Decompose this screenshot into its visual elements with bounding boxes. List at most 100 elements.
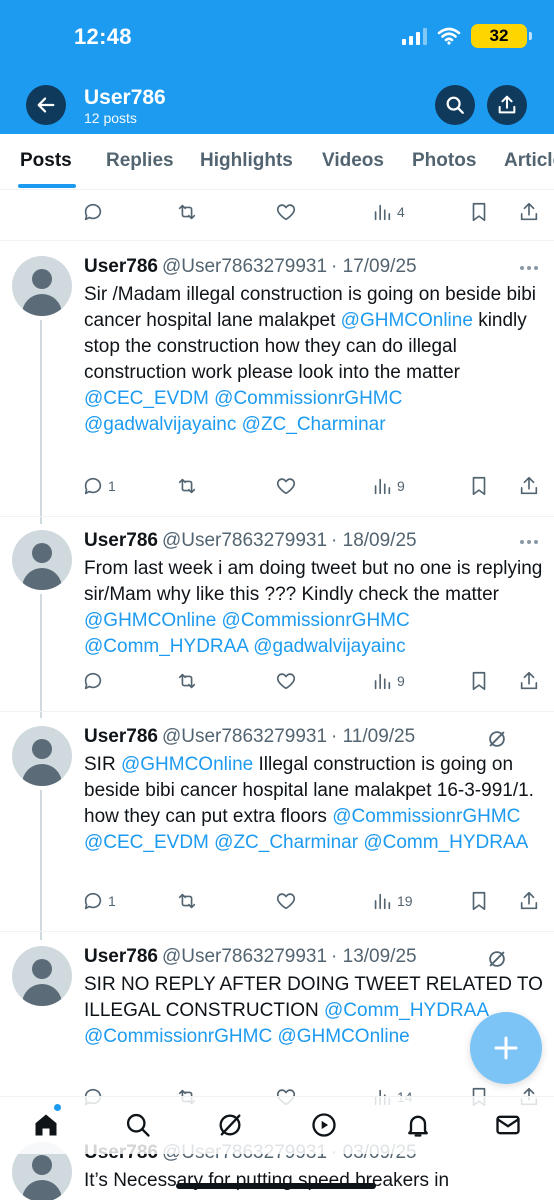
post-date[interactable]: · 13/09/25 [331,946,417,967]
bookmark-button[interactable] [468,670,490,692]
mention-link[interactable]: @gadwalvijayainc [84,414,236,435]
profile-name: User786 [84,86,166,109]
post-share-button[interactable] [518,475,540,497]
mention-link[interactable]: @ZC_Charminar [214,832,358,853]
repost-button[interactable] [176,890,198,912]
mention-link[interactable]: @GHMCOnline [84,610,216,631]
mention-link[interactable]: @CommissionrGHMC [332,806,520,827]
post-date[interactable]: · 11/09/25 [331,726,415,747]
author-name[interactable]: User786 [84,946,158,967]
mention-link[interactable]: @GHMCOnline [277,1026,409,1047]
tab-highlights[interactable]: Highlights [200,150,293,172]
mention-link[interactable]: @Comm_HYDRAA [324,1000,488,1021]
author-handle[interactable]: @User7863279931 [162,530,327,551]
views-chart-icon [374,673,391,690]
share-button[interactable] [487,85,527,125]
like-button[interactable] [275,670,297,692]
post-share-button[interactable] [518,890,540,912]
grok-icon[interactable] [216,1111,244,1139]
back-button[interactable] [26,85,66,125]
more-options-icon[interactable] [520,540,542,546]
compose-post-button[interactable] [470,1012,542,1084]
repost-button[interactable] [176,475,198,497]
grok-analyze-icon[interactable] [486,728,508,750]
mention-link[interactable]: @CommissionrGHMC [84,1026,272,1047]
like-button[interactable] [275,475,297,497]
repost-button[interactable] [176,670,198,692]
repost-icon [178,893,196,909]
post-meta: User786 @User7863279931 · 11/09/25 [84,726,415,748]
post-divider [0,240,554,241]
author-name[interactable]: User786 [84,530,158,551]
mention-link[interactable]: @CEC_EVDM [84,388,209,409]
mention-link[interactable]: @Comm_HYDRAA [363,832,528,853]
mention-link[interactable]: @gadwalvijayainc [253,636,405,657]
reply-button[interactable]: 1 [82,475,116,497]
repost-button[interactable] [176,201,198,223]
share-icon [520,891,538,910]
view-count: 9 [397,478,405,494]
reply-count: 1 [108,893,116,909]
mention-link[interactable]: @Comm_HYDRAA [84,636,248,657]
mention-link[interactable]: @CommissionrGHMC [214,388,402,409]
mention-link[interactable]: @ZC_Charminar [242,414,386,435]
post-actions: 9 [82,670,542,696]
author-name[interactable]: User786 [84,256,158,277]
home-icon[interactable] [32,1111,60,1139]
avatar[interactable] [12,726,72,786]
author-name[interactable]: User786 [84,726,158,747]
mention-link[interactable]: @CEC_EVDM [84,832,209,853]
avatar[interactable] [12,946,72,1006]
author-handle[interactable]: @User7863279931 [162,946,327,967]
status-time: 12:48 [74,24,132,49]
post-actions: 1 9 [82,475,542,501]
reply-button[interactable]: 1 [82,890,116,912]
bookmark-button[interactable] [468,201,490,223]
like-button[interactable] [275,201,297,223]
explore-search-icon[interactable] [124,1111,152,1139]
mention-link[interactable]: @GHMCOnline [121,754,253,775]
profile-header: 12:48 32 User786 12 posts [0,0,554,134]
battery-level: 32 [471,24,527,48]
bottom-navigation [0,1096,554,1154]
battery-icon: 32 [471,24,532,48]
like-button[interactable] [275,890,297,912]
search-button[interactable] [435,85,475,125]
views-button[interactable]: 9 [371,670,405,692]
tab-videos[interactable]: Videos [322,150,384,172]
post-date[interactable]: · 18/09/25 [331,530,417,551]
video-play-icon[interactable] [310,1111,338,1139]
post-text: SIR @GHMCOnline Illegal construction is … [84,752,544,856]
messages-envelope-icon[interactable] [494,1111,522,1139]
avatar[interactable] [12,256,72,316]
more-options-icon[interactable] [520,266,542,272]
thread-connector-line [40,320,42,524]
views-button[interactable]: 19 [371,890,413,912]
plus-icon [494,1036,518,1060]
grok-analyze-icon[interactable] [486,948,508,970]
bookmark-button[interactable] [468,475,490,497]
author-handle[interactable]: @User7863279931 [162,256,327,277]
reply-button[interactable] [82,670,108,692]
reply-button[interactable] [82,201,108,223]
profile-tabs: Posts Replies Highlights Videos Photos A… [0,134,554,190]
tab-photos[interactable]: Photos [412,150,476,172]
bookmark-icon [472,671,486,691]
mention-link[interactable]: @GHMCOnline [341,310,473,331]
mention-link[interactable]: @CommissionrGHMC [222,610,410,631]
post-share-button[interactable] [518,670,540,692]
views-button[interactable]: 4 [371,201,405,223]
bookmark-button[interactable] [468,890,490,912]
active-tab-indicator [18,184,76,188]
tab-articles[interactable]: Articles [504,150,554,172]
author-handle[interactable]: @User7863279931 [162,726,327,747]
notifications-bell-icon[interactable] [404,1111,432,1139]
views-button[interactable]: 9 [371,475,405,497]
avatar[interactable] [12,530,72,590]
repost-icon [178,478,196,494]
tab-replies[interactable]: Replies [106,150,174,172]
post-date[interactable]: · 17/09/25 [331,256,417,277]
tab-posts[interactable]: Posts [20,150,72,172]
post-divider [0,931,554,932]
post-share-button[interactable] [518,201,540,223]
